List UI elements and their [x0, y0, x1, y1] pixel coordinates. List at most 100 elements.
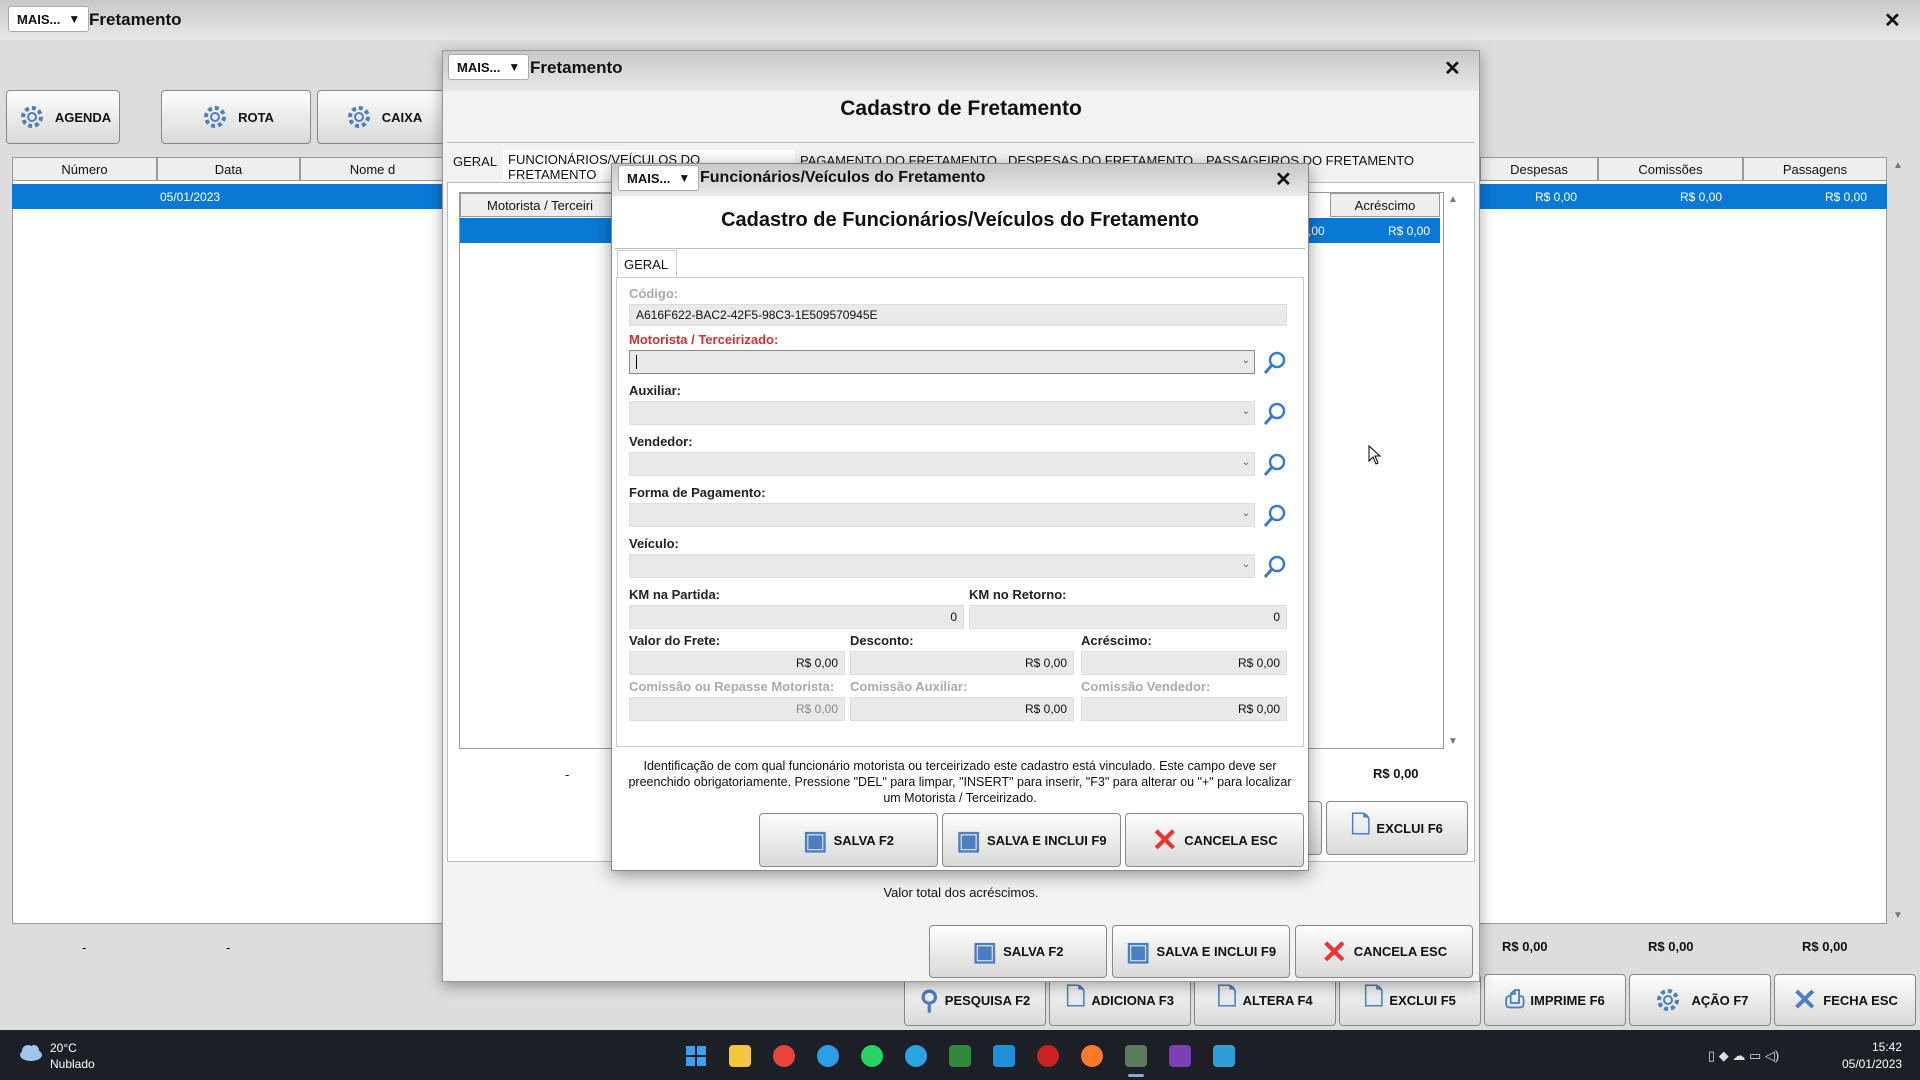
- dialog-salva-button[interactable]: ▣ SALVA F2: [759, 813, 938, 867]
- app-icon[interactable]: [993, 1045, 1015, 1067]
- footer-comissoes: R$ 0,00: [1648, 939, 1694, 954]
- blue-app-icon[interactable]: [1213, 1045, 1235, 1067]
- auxiliar-combo[interactable]: ⌄: [629, 401, 1255, 425]
- grid-header-data[interactable]: Data: [157, 157, 300, 181]
- mid-salva-button[interactable]: ▣ SALVA F2: [929, 925, 1107, 978]
- dialog-close-icon[interactable]: ✕: [1275, 167, 1292, 192]
- imprime-label: IMPRIME F6: [1530, 992, 1605, 1008]
- edge-icon[interactable]: [817, 1045, 839, 1067]
- mid-window-title: Fretamento: [530, 58, 623, 77]
- search-icon[interactable]: [1262, 452, 1288, 478]
- km-retorno-field[interactable]: 0: [969, 605, 1287, 629]
- firefox-icon[interactable]: [1081, 1045, 1103, 1067]
- footer-dash: -: [82, 940, 87, 955]
- tab-geral[interactable]: GERAL: [453, 154, 497, 169]
- dialog-tab-geral[interactable]: GERAL: [617, 250, 677, 278]
- mid-cancela-button[interactable]: ✕ CANCELA ESC: [1295, 925, 1473, 978]
- codigo-field: A616F622-BAC2-42F5-98C3-1E509570945E: [629, 304, 1287, 326]
- purple-app-icon[interactable]: [1169, 1045, 1191, 1067]
- exclui-label: EXCLUI F5: [1389, 992, 1456, 1008]
- search-icon[interactable]: [1262, 401, 1288, 427]
- chevron-down-icon[interactable]: ⌄: [1242, 355, 1250, 366]
- row-comissoes: R$ 0,00: [1679, 190, 1722, 204]
- main-mais-label: MAIS...: [17, 11, 61, 27]
- search-icon: ⚲: [919, 984, 939, 1015]
- search-icon[interactable]: [1262, 350, 1288, 376]
- comissao-auxiliar-field[interactable]: R$ 0,00: [850, 697, 1074, 721]
- pesquisa-label: PESQUISA F2: [944, 992, 1031, 1008]
- agenda-button[interactable]: AGENDA: [6, 90, 120, 144]
- mid-mais-button[interactable]: MAIS... ▼: [448, 54, 530, 80]
- chevron-down-icon[interactable]: ⌄: [1242, 508, 1250, 519]
- weather-temp[interactable]: 20°C: [50, 1041, 77, 1055]
- grid-header-despesas[interactable]: Despesas: [1480, 157, 1598, 181]
- mid-mais-label: MAIS...: [457, 59, 501, 75]
- fecha-label: FECHA ESC: [1823, 992, 1898, 1008]
- main-close-icon[interactable]: ✕: [1884, 8, 1901, 33]
- mid-exclui-button[interactable]: 🗋 EXCLUI F6: [1326, 801, 1468, 855]
- dialog-salva-label: SALVA F2: [833, 832, 894, 848]
- desconto-label: Desconto:: [850, 633, 914, 648]
- rota-button[interactable]: ROTA: [161, 90, 311, 144]
- caret-down-icon: ▼: [508, 60, 521, 74]
- main-mais-button[interactable]: MAIS... ▼: [8, 6, 90, 32]
- acao-button[interactable]: AÇÃO F7: [1629, 974, 1771, 1026]
- comissao-vendedor-field[interactable]: R$ 0,00: [1081, 697, 1287, 721]
- dialog-cancela-button[interactable]: ✕ CANCELA ESC: [1125, 813, 1304, 867]
- forma-pagamento-combo[interactable]: ⌄: [629, 503, 1255, 527]
- table-row[interactable]: 05/01/2023: [12, 184, 445, 209]
- altera-label: ALTERA F4: [1242, 992, 1313, 1008]
- mid-close-icon[interactable]: ✕: [1444, 56, 1461, 81]
- grid-header-numero[interactable]: Número: [12, 157, 157, 181]
- vendedor-combo[interactable]: ⌄: [629, 452, 1255, 476]
- chevron-down-icon[interactable]: ⌄: [1242, 457, 1250, 468]
- desconto-field[interactable]: R$ 0,00: [850, 651, 1074, 675]
- grid-header-nome[interactable]: Nome d: [300, 157, 445, 181]
- valor-frete-label: Valor do Frete:: [629, 633, 721, 648]
- chrome-icon[interactable]: [773, 1045, 795, 1067]
- erp-app-icon[interactable]: [1125, 1045, 1147, 1067]
- veiculo-combo[interactable]: ⌄: [629, 554, 1255, 578]
- row-passagens: R$ 0,00: [1824, 190, 1867, 204]
- dialog-tab-divider: [615, 248, 1305, 249]
- dialog-salva-inclui-button[interactable]: ▣ SALVA E INCLUI F9: [942, 813, 1121, 867]
- text-cursor: [636, 355, 637, 369]
- scroll-down-icon[interactable]: ▼: [1448, 736, 1458, 747]
- main-window-title: Fretamento: [89, 10, 182, 29]
- dialog-mais-button[interactable]: MAIS... ▼: [618, 165, 700, 191]
- windows-start-icon[interactable]: [685, 1045, 707, 1067]
- mid-grid-header-motorista[interactable]: Motorista / Terceiri: [460, 193, 620, 217]
- caixa-button[interactable]: CAIXA: [317, 90, 447, 144]
- whatsapp-icon[interactable]: [861, 1045, 883, 1067]
- scroll-up-icon[interactable]: ▲: [1448, 194, 1458, 205]
- telegram-icon[interactable]: [905, 1045, 927, 1067]
- mid-salva-inclui-button[interactable]: ▣ SALVA E INCLUI F9: [1112, 925, 1290, 978]
- search-icon[interactable]: [1262, 503, 1288, 529]
- clock-time[interactable]: 15:42: [1872, 1040, 1902, 1054]
- chevron-down-icon[interactable]: ⌄: [1242, 559, 1250, 570]
- scroll-up-icon[interactable]: ▲: [1893, 160, 1903, 171]
- file-explorer-icon[interactable]: [729, 1045, 751, 1067]
- search-icon[interactable]: [1262, 554, 1288, 580]
- scroll-down-icon[interactable]: ▼: [1893, 910, 1903, 921]
- imprime-button[interactable]: ⎙ IMPRIME F6: [1484, 974, 1626, 1026]
- mid-grid-header-acrescimo[interactable]: Acréscimo: [1330, 193, 1440, 217]
- acrescimo-field[interactable]: R$ 0,00: [1081, 651, 1287, 675]
- km-partida-field[interactable]: 0: [629, 605, 964, 629]
- fecha-button[interactable]: ✕ FECHA ESC: [1774, 974, 1916, 1026]
- chevron-down-icon[interactable]: ⌄: [1242, 406, 1250, 417]
- valor-frete-field[interactable]: R$ 0,00: [629, 651, 845, 675]
- grid-header-comissoes[interactable]: Comissões: [1598, 157, 1743, 181]
- weather-desc[interactable]: Nublado: [50, 1057, 95, 1071]
- clock-date[interactable]: 05/01/2023: [1842, 1057, 1902, 1071]
- grid-header-passagens[interactable]: Passagens: [1743, 157, 1887, 181]
- table-row-right[interactable]: R$ 0,00 R$ 0,00 R$ 0,00: [1480, 184, 1887, 209]
- tray-icons[interactable]: ▯ ◆ ☁ ▭ ◁): [1708, 1048, 1779, 1064]
- document-edit-icon: 🗋: [1217, 983, 1237, 1011]
- motorista-combo[interactable]: ⌄: [629, 350, 1255, 374]
- app-red-icon[interactable]: [1037, 1045, 1059, 1067]
- spreadsheet-icon[interactable]: [949, 1045, 971, 1067]
- close-x-icon: ✕: [1792, 983, 1818, 1017]
- dialog-window-title: Funcionários/Veículos do Fretamento: [700, 169, 986, 186]
- dialog-heading: Cadastro de Funcionários/Veículos do Fre…: [721, 209, 1199, 231]
